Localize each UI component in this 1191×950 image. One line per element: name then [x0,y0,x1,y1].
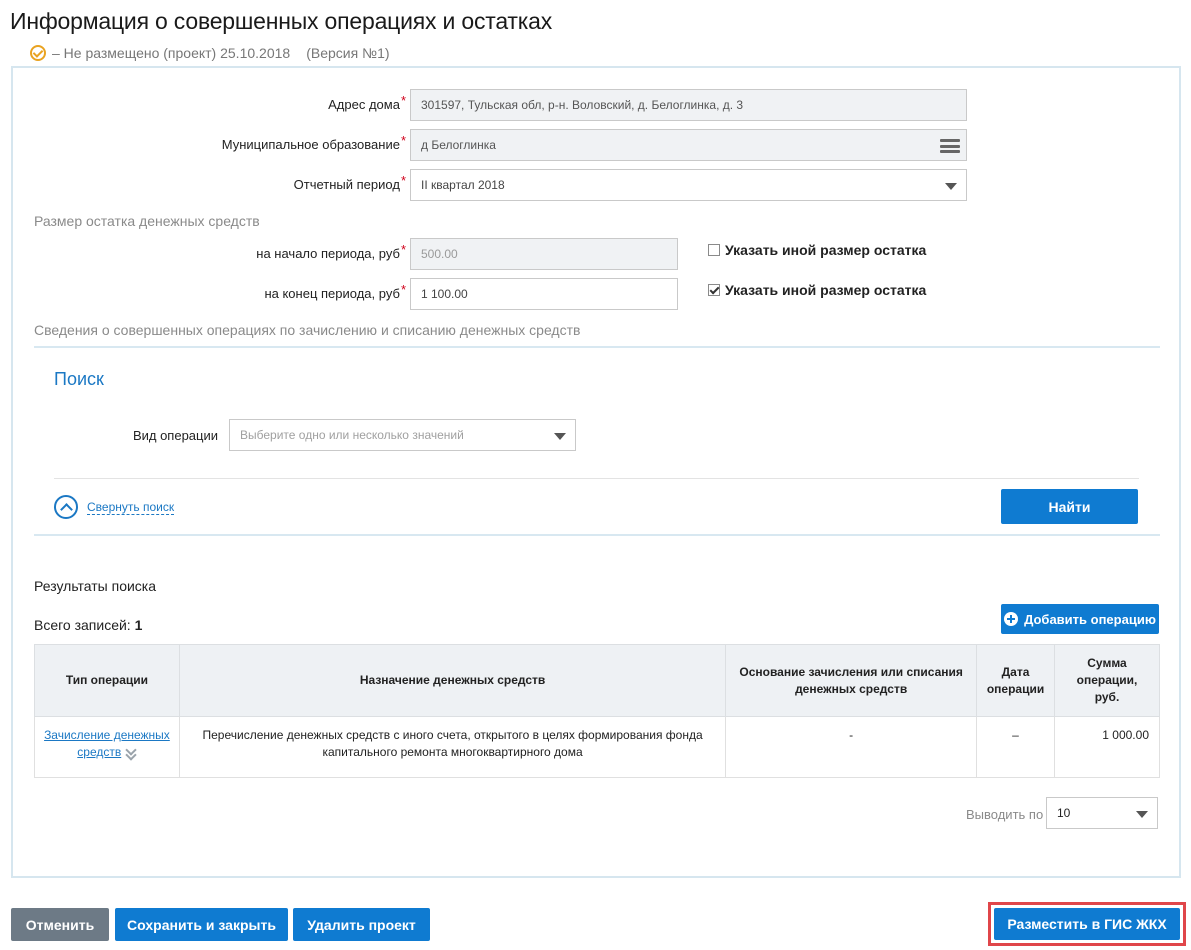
cancel-button[interactable]: Отменить [11,908,109,941]
operations-heading: Сведения о совершенных операциях по зачи… [34,322,581,338]
end-balance-field[interactable]: 1 100.00 [410,278,678,310]
chevron-down-icon [1136,811,1148,818]
municipality-field[interactable]: д Белоглинка [410,129,967,161]
publish-highlight: Разместить в ГИС ЖКХ [988,902,1186,946]
divider [34,346,1160,348]
col-header-basis: Основание зачисления или списания денежн… [725,644,978,717]
chevron-down-icon [554,433,566,440]
col-header-purpose: Назначение денежных средств [178,644,727,717]
total-records: Всего записей: 1 [34,617,143,633]
plus-circle-icon [1004,612,1019,626]
search-title: Поиск [54,369,104,389]
operation-type-link[interactable]: Зачисление денежных средств [44,728,170,759]
period-select[interactable]: II квартал 2018 [410,169,967,201]
balance-heading: Размер остатка денежных средств [34,213,260,229]
results-title: Результаты поиска [34,578,157,594]
collapse-search-link[interactable]: Свернуть поиск [54,495,175,519]
start-balance-label: на начало периода, руб* [256,242,406,261]
per-page-label: Выводить по [966,807,1044,822]
cell-basis: - [725,716,978,778]
period-label: Отчетный период* [293,173,406,192]
address-label: Адрес дома* [328,93,406,112]
end-balance-checkbox[interactable] [708,284,720,296]
delete-project-button[interactable]: Удалить проект [293,908,430,941]
publish-button[interactable]: Разместить в ГИС ЖКХ [994,908,1180,940]
chevron-down-icon [945,183,957,190]
list-menu-icon[interactable] [940,139,960,153]
status-text: – Не размещено (проект) 25.10.2018 [52,45,291,61]
save-close-button[interactable]: Сохранить и закрыть [115,908,288,941]
cell-date: – [976,716,1055,778]
municipality-label: Муниципальное образование* [221,133,406,152]
cell-amount: 1 000.00 [1054,716,1160,778]
expand-row-icon[interactable] [125,747,137,759]
col-header-amount: Сумма операции, руб. [1054,644,1160,717]
add-operation-button[interactable]: Добавить операцию [1001,604,1159,634]
status-line: – Не размещено (проект) 25.10.2018 (Верс… [30,45,390,61]
divider [34,534,1160,536]
col-header-date: Дата операции [976,644,1055,717]
start-balance-field: 500.00 [410,238,678,270]
start-balance-override[interactable]: Указать иной размер остатка [708,242,926,258]
status-check-icon [30,45,46,61]
find-button[interactable]: Найти [1001,489,1138,524]
required-mark: * [400,133,406,148]
end-balance-label: на конец периода, руб* [264,282,406,301]
required-mark: * [400,173,406,188]
per-page-select[interactable]: 10 [1046,797,1158,829]
col-header-type: Тип операции [34,644,180,717]
required-mark: * [400,282,406,297]
start-balance-checkbox[interactable] [708,244,720,256]
address-field: 301597, Тульская обл, р-н. Воловский, д.… [410,89,967,121]
divider [54,478,1139,479]
op-type-label: Вид операции [132,428,218,443]
cell-type: Зачисление денежных средств [34,716,180,778]
required-mark: * [400,242,406,257]
table-row: Зачисление денежных средств Перечисление… [34,716,1160,778]
op-type-select[interactable]: Выберите одно или несколько значений [229,419,576,451]
version-text: (Версия №1) [306,45,390,61]
required-mark: * [400,93,406,108]
page-title: Информация о совершенных операциях и ост… [10,8,553,34]
end-balance-override[interactable]: Указать иной размер остатка [708,282,926,298]
chevron-up-circle-icon[interactable] [54,495,78,519]
main-panel: Адрес дома* 301597, Тульская обл, р-н. В… [11,66,1181,878]
cell-purpose: Перечисление денежных средств с иного сч… [178,716,727,778]
results-table: Тип операции Назначение денежных средств… [34,644,1160,778]
